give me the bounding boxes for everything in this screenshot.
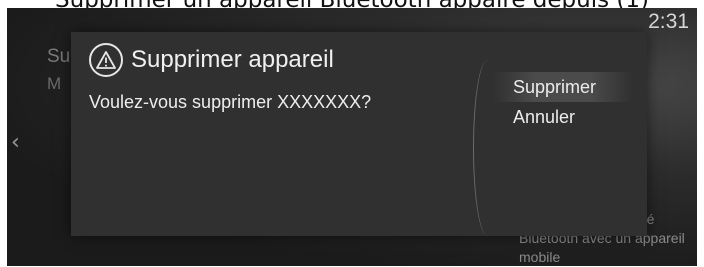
status-clock: 2:31 [648,10,689,33]
dialog-title: Supprimer appareil [131,46,334,73]
warning-icon [89,43,123,77]
delete-button[interactable]: Supprimer [493,72,633,102]
background-list-item: M [47,74,62,93]
delete-device-dialog: Supprimer appareil Voulez-vous supprimer… [71,32,647,236]
background-page-title: Su [47,46,71,67]
infotainment-screen: 2:31 Su M ‹ Activer la connectivité Blue… [7,8,697,266]
cancel-button[interactable]: Annuler [493,102,633,132]
dialog-options-menu: Supprimer Annuler [493,72,633,132]
dialog-header: Supprimer appareil [89,40,334,80]
back-chevron-icon[interactable]: ‹ [11,132,20,154]
dialog-message: Voulez-vous supprimer XXXXXXX? [89,92,372,112]
